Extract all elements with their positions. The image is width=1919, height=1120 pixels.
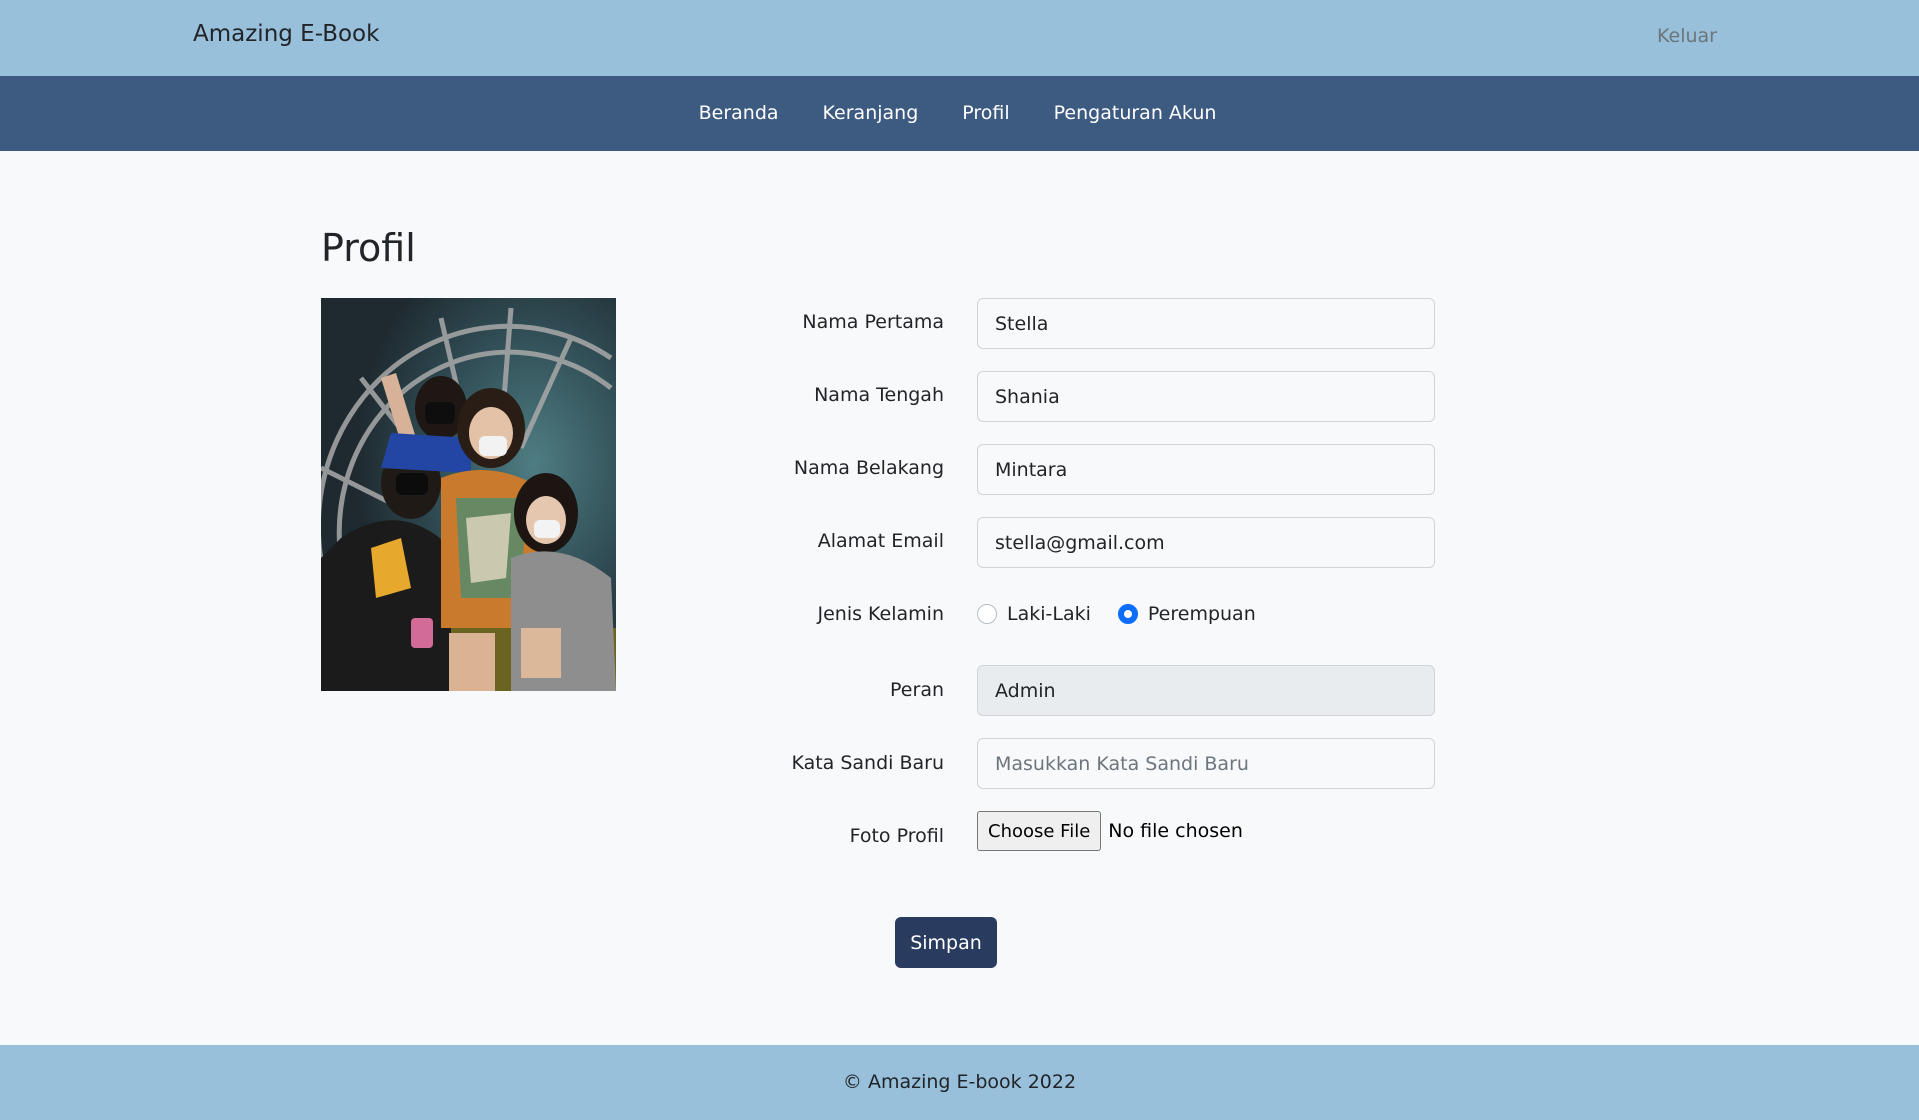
middle-name-label: Nama Tengah	[814, 384, 944, 406]
gender-option-male-label[interactable]: Laki-Laki	[1007, 603, 1091, 625]
nav-item-profil[interactable]: Profil	[962, 102, 1009, 124]
gender-option-female-label[interactable]: Perempuan	[1148, 603, 1256, 625]
last-name-input[interactable]	[977, 444, 1435, 495]
first-name-input[interactable]	[977, 298, 1435, 349]
last-name-label: Nama Belakang	[793, 457, 944, 479]
brand-link[interactable]: Amazing E-Book	[193, 21, 379, 47]
new-password-input[interactable]	[977, 738, 1435, 789]
page-title: Profil	[321, 226, 416, 270]
footer-copyright: © Amazing E-book 2022	[842, 1071, 1077, 1093]
gender-radio-male[interactable]	[977, 604, 997, 624]
email-label: Alamat Email	[817, 530, 944, 552]
logout-link[interactable]: Keluar	[1657, 25, 1717, 47]
nav-item-beranda[interactable]: Beranda	[699, 102, 779, 124]
file-status-text: No file chosen	[1108, 820, 1243, 842]
first-name-label: Nama Pertama	[802, 311, 944, 333]
save-button[interactable]: Simpan	[895, 917, 997, 968]
nav-item-pengaturan-akun[interactable]: Pengaturan Akun	[1054, 102, 1217, 124]
top-header: Amazing E-Book Keluar	[0, 0, 1919, 76]
email-input[interactable]	[977, 517, 1435, 568]
role-input	[977, 665, 1435, 716]
nav-links: Beranda Keranjang Profil Pengaturan Akun	[0, 102, 1919, 124]
gender-radio-group: Laki-Laki Perempuan	[977, 603, 1283, 625]
gender-radio-female[interactable]	[1117, 604, 1138, 624]
profile-photo-label: Foto Profil	[849, 825, 944, 847]
nav-item-keranjang[interactable]: Keranjang	[823, 102, 919, 124]
role-label: Peran	[890, 679, 944, 701]
footer: © Amazing E-book 2022	[0, 1045, 1919, 1120]
new-password-label: Kata Sandi Baru	[791, 752, 944, 774]
profile-photo	[321, 298, 616, 691]
middle-name-input[interactable]	[977, 371, 1435, 422]
file-upload: Choose File No file chosen	[977, 811, 1243, 851]
gender-label: Jenis Kelamin	[817, 603, 944, 625]
main-navbar: Beranda Keranjang Profil Pengaturan Akun	[0, 76, 1919, 151]
choose-file-button[interactable]: Choose File	[977, 811, 1102, 851]
